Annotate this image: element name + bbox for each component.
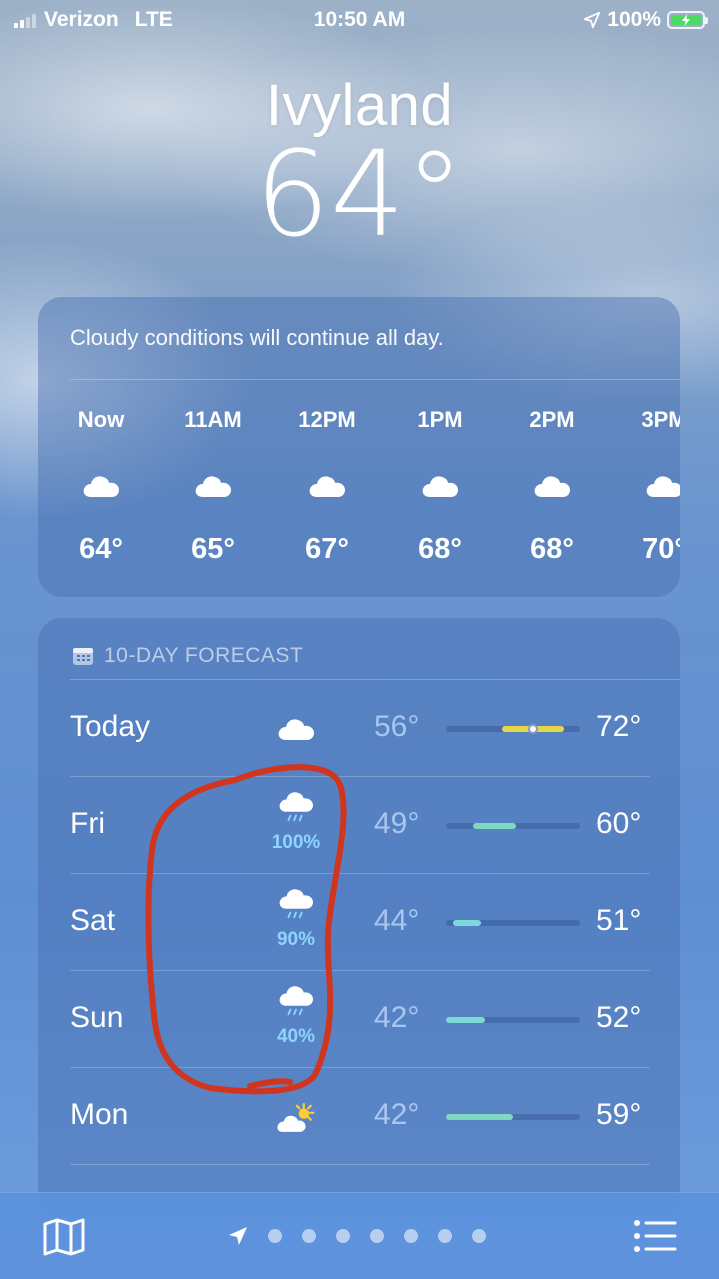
conditions-summary: Cloudy conditions will continue all day.: [70, 325, 444, 350]
forecast-row[interactable]: Sat 90% 44° 51°: [70, 874, 650, 971]
low-temperature: 42°: [374, 1001, 420, 1034]
hour-label: 3PM: [641, 407, 680, 432]
hour-temperature: 65°: [191, 533, 235, 565]
cloud-icon: [46, 473, 156, 503]
hourly-item: 1PM 68°: [385, 407, 495, 566]
hour-temperature: 64°: [79, 533, 123, 565]
day-condition: 40%: [260, 985, 332, 1048]
high-temperature: 60°: [596, 807, 642, 840]
low-temperature: 44°: [374, 904, 420, 937]
current-temperature: 64°: [254, 125, 465, 263]
page-dot[interactable]: [370, 1229, 384, 1243]
hourly-item: 2PM 68°: [497, 407, 607, 566]
calendar-icon: [73, 648, 93, 665]
day-label: Today: [70, 710, 151, 743]
day-condition: [260, 1102, 332, 1139]
day-condition: [260, 716, 332, 746]
day-label: Sun: [70, 1001, 124, 1034]
high-temperature: 72°: [596, 710, 642, 743]
list-icon[interactable]: [633, 1219, 677, 1253]
hourly-scroller[interactable]: Now 64° 11AM 65° 12PM 67° 1PM 68° 2PM 68…: [38, 407, 680, 587]
hour-temperature: 70°: [642, 533, 680, 565]
bottom-toolbar: [0, 1192, 719, 1279]
hourly-item: 12PM 67°: [272, 407, 382, 566]
temperature-range-bar: [446, 823, 580, 829]
day-label: Mon: [70, 1098, 129, 1131]
hour-temperature: 68°: [530, 533, 574, 565]
temperature-range-bar: [446, 920, 580, 926]
forecast-row[interactable]: Today 56° 72°: [70, 680, 650, 777]
low-temperature: 56°: [374, 710, 420, 743]
page-dot[interactable]: [336, 1229, 350, 1243]
page-dot[interactable]: [472, 1229, 486, 1243]
forecast-header: 10-DAY FORECAST: [72, 644, 303, 668]
hour-label: Now: [77, 407, 125, 432]
hourly-forecast-card[interactable]: Cloudy conditions will continue all day.…: [38, 297, 680, 597]
forecast-row[interactable]: Fri 100% 49° 60°: [70, 777, 650, 874]
precip-chance: 90%: [276, 929, 316, 950]
hour-label: 12PM: [298, 407, 356, 432]
temperature-range-fill: [473, 823, 516, 829]
map-icon[interactable]: [42, 1217, 86, 1257]
low-temperature: 42°: [374, 1098, 420, 1131]
temperature-range-bar: [446, 724, 580, 734]
page-dot[interactable]: [404, 1229, 418, 1243]
status-right: 100%: [583, 8, 708, 32]
current-temp-marker: [528, 724, 538, 734]
day-label: Sat: [70, 904, 116, 937]
ten-day-forecast-card[interactable]: 10-DAY FORECAST Today 56° 72° Fri 100% 4…: [38, 618, 680, 1218]
hour-label: 2PM: [529, 407, 575, 432]
forecast-row[interactable]: Mon 42° 59°: [70, 1068, 650, 1165]
hour-temperature: 68°: [418, 533, 462, 565]
hour-label: 1PM: [417, 407, 463, 432]
day-condition: 100%: [260, 791, 332, 854]
hourly-item: Now 64°: [46, 407, 156, 566]
temperature-range-fill: [453, 920, 481, 926]
forecast-header-label: 10-DAY FORECAST: [104, 644, 304, 667]
temperature-range-bar: [446, 1017, 580, 1023]
cloud-rain-icon: [260, 888, 332, 927]
cloud-rain-icon: [260, 791, 332, 830]
page-dot[interactable]: [268, 1229, 282, 1243]
battery-icon: [667, 11, 708, 29]
partly-sunny-icon: [260, 1102, 332, 1139]
high-temperature: 59°: [596, 1098, 642, 1131]
status-bar: Verizon LTE 10:50 AM 100%: [0, 0, 719, 40]
temperature-range-fill: [446, 1017, 485, 1023]
day-label: Fri: [70, 807, 105, 840]
precip-chance: 40%: [276, 1026, 316, 1047]
divider: [70, 1164, 650, 1165]
hour-temperature: 67°: [305, 533, 349, 565]
page-dot[interactable]: [302, 1229, 316, 1243]
high-temperature: 51°: [596, 904, 642, 937]
cloud-icon: [260, 716, 332, 746]
precip-chance: 100%: [271, 832, 321, 853]
temperature-range-bar: [446, 1114, 580, 1120]
cloud-rain-icon: [260, 985, 332, 1024]
cloud-icon: [272, 473, 382, 503]
forecast-row[interactable]: Sun 40% 42° 52°: [70, 971, 650, 1068]
cloud-icon: [158, 473, 268, 503]
location-arrow-icon: [584, 11, 601, 29]
hourly-item: 11AM 65°: [158, 407, 268, 566]
current-location-arrow-icon[interactable]: [228, 1226, 248, 1246]
temperature-range-fill: [446, 1114, 513, 1120]
divider: [70, 379, 680, 380]
low-temperature: 49°: [374, 807, 420, 840]
hourly-item: 3PM 70°: [609, 407, 680, 566]
battery-percent: 100%: [607, 8, 661, 31]
cloud-icon: [497, 473, 607, 503]
cloud-icon: [609, 473, 680, 503]
page-indicator[interactable]: [228, 1226, 486, 1246]
day-condition: 90%: [260, 888, 332, 951]
cloud-icon: [385, 473, 495, 503]
location-header: Ivyland 64°: [0, 72, 719, 253]
high-temperature: 52°: [596, 1001, 642, 1034]
hour-label: 11AM: [184, 407, 242, 432]
page-dot[interactable]: [438, 1229, 452, 1243]
